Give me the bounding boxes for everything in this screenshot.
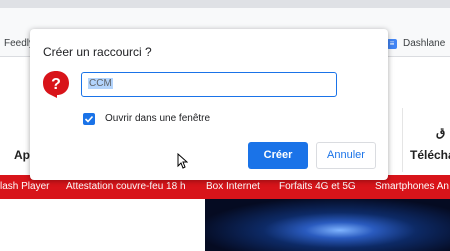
trending-link[interactable]: lash Player — [0, 181, 49, 192]
shortcut-name-value: CCM — [88, 78, 113, 89]
trending-link[interactable]: Smartphones An — [375, 181, 449, 192]
create-shortcut-dialog: Créer un raccourci ? ? CCM Ouvrir dans u… — [30, 29, 388, 180]
bookmark-dashlane[interactable]: ≡ Dashlane — [387, 38, 445, 49]
trending-link[interactable]: Forfaits 4G et 5G — [279, 181, 356, 192]
create-button[interactable]: Créer — [248, 142, 308, 169]
trending-link[interactable]: Attestation couvre-feu 18 h — [66, 181, 186, 192]
nav-divider — [402, 108, 403, 172]
browser-tab-strip — [0, 0, 450, 33]
shortcut-name-input[interactable]: CCM — [81, 72, 337, 97]
ccm-question-icon: ? — [40, 68, 72, 100]
trending-link[interactable]: Box Internet — [206, 181, 260, 192]
article-image[interactable] — [205, 199, 450, 251]
nav-item-apps[interactable]: Ap — [14, 148, 30, 162]
nav-download-icon: ق — [436, 125, 446, 139]
open-in-window-checkbox[interactable] — [83, 113, 95, 125]
cancel-button[interactable]: Annuler — [316, 142, 376, 169]
svg-text:?: ? — [51, 76, 61, 93]
open-in-window-label[interactable]: Ouvrir dans une fenêtre — [105, 113, 210, 124]
nav-item-downloads[interactable]: Télécha — [410, 148, 450, 162]
content-area — [0, 199, 205, 251]
dialog-title: Créer un raccourci ? — [43, 45, 152, 59]
google-docs-icon: ≡ — [387, 39, 397, 49]
bookmark-dashlane-label: Dashlane — [403, 38, 446, 49]
mouse-cursor-icon — [177, 152, 189, 174]
